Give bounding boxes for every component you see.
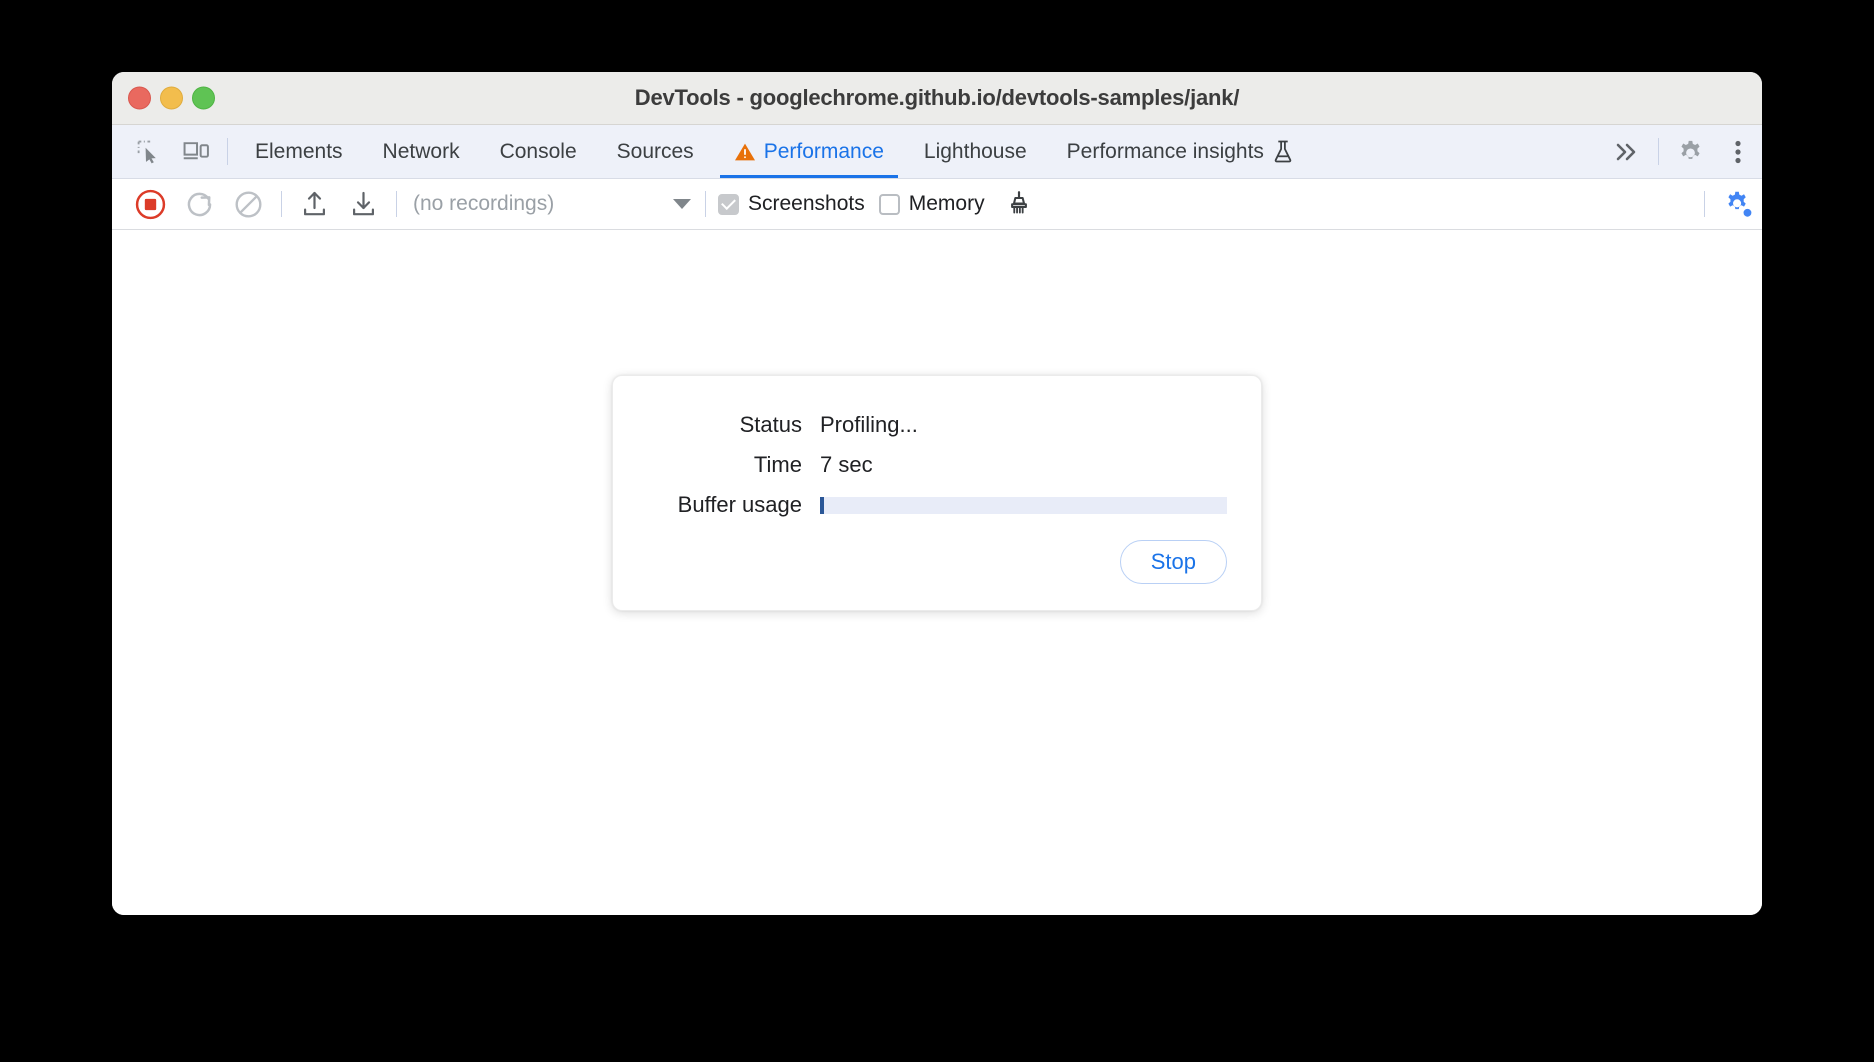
tab-lighthouse[interactable]: Lighthouse <box>904 125 1047 178</box>
more-options-icon[interactable] <box>1714 125 1762 178</box>
window-title: DevTools - googlechrome.github.io/devtoo… <box>634 85 1240 110</box>
tab-label: Sources <box>616 139 694 163</box>
settings-gear-icon[interactable] <box>1666 125 1714 178</box>
tab-performance-insights[interactable]: Performance insights <box>1047 125 1314 178</box>
dialog-actions: Stop <box>647 540 1227 585</box>
save-profile-button[interactable] <box>339 183 388 225</box>
screenshot-root: DevTools - googlechrome.github.io/devtoo… <box>0 0 1874 1062</box>
tab-sources[interactable]: Sources <box>597 125 714 178</box>
memory-checkbox[interactable]: Memory <box>878 192 985 216</box>
toolbar-divider-2 <box>396 191 397 217</box>
tabbar-divider <box>227 138 228 165</box>
recording-status-dialog: Status Profiling... Time 7 sec Buffer us… <box>612 375 1262 612</box>
toolbar-divider-1 <box>281 191 282 217</box>
screenshots-checkbox[interactable]: Screenshots <box>718 192 865 216</box>
devtools-window: DevTools - googlechrome.github.io/devtoo… <box>112 72 1762 915</box>
tab-elements[interactable]: Elements <box>235 125 363 178</box>
recordings-dropdown-value: (no recordings) <box>413 192 555 215</box>
capture-settings-gear-icon[interactable] <box>1713 183 1762 225</box>
buffer-usage-progressbar <box>820 496 1227 514</box>
load-profile-button[interactable] <box>290 183 339 225</box>
minimize-button[interactable] <box>160 86 183 110</box>
performance-toolbar: (no recordings) Screenshots Memory <box>112 179 1762 230</box>
checkbox-box <box>718 193 739 215</box>
toolbar-right-actions <box>1696 183 1762 225</box>
tab-console[interactable]: Console <box>480 125 597 178</box>
status-label: Status <box>739 412 802 437</box>
checkbox-box <box>878 193 900 215</box>
tab-performance[interactable]: Performance <box>714 125 904 178</box>
buffer-usage-row: Buffer usage <box>647 492 1227 518</box>
buffer-usage-fill <box>820 496 825 514</box>
tabbar-right-divider <box>1658 138 1659 165</box>
inspect-element-icon[interactable] <box>124 125 172 178</box>
stop-recording-button[interactable] <box>126 183 175 225</box>
time-label: Time <box>753 452 802 477</box>
buffer-usage-label: Buffer usage <box>677 492 802 517</box>
devtools-tabbar: Elements Network Console Sources Perform… <box>112 125 1762 179</box>
time-row: Time 7 sec <box>647 452 1227 478</box>
tab-label: Elements <box>255 139 343 163</box>
close-button[interactable] <box>128 86 151 110</box>
warning-triangle-icon <box>734 142 756 162</box>
device-toolbar-icon[interactable] <box>172 125 220 178</box>
experiment-flask-icon <box>1272 140 1294 163</box>
recordings-dropdown[interactable]: (no recordings) <box>405 188 697 220</box>
tab-label: Console <box>499 139 577 163</box>
screenshots-checkbox-label: Screenshots <box>748 192 865 215</box>
clear-recording-button[interactable] <box>224 183 273 225</box>
tabbar-right-actions <box>1603 125 1762 178</box>
collect-garbage-icon[interactable] <box>995 183 1044 225</box>
status-value: Profiling... <box>820 412 918 437</box>
tab-label: Lighthouse <box>923 139 1027 163</box>
more-tabs-icon[interactable] <box>1603 125 1651 178</box>
toolbar-divider-3 <box>705 191 706 217</box>
tab-label: Performance <box>763 139 884 163</box>
tab-network[interactable]: Network <box>363 125 480 178</box>
chevron-down-icon <box>673 199 691 209</box>
reload-and-record-button[interactable] <box>175 183 224 225</box>
tab-label: Network <box>382 139 460 163</box>
stop-button[interactable]: Stop <box>1119 540 1227 585</box>
status-row: Status Profiling... <box>647 412 1227 438</box>
toolbar-divider-4 <box>1704 191 1705 217</box>
memory-checkbox-label: Memory <box>908 192 985 215</box>
tab-label: Performance insights <box>1066 139 1264 163</box>
window-traffic-lights <box>128 86 215 110</box>
time-value: 7 sec <box>820 452 873 477</box>
maximize-button[interactable] <box>192 86 215 110</box>
window-titlebar: DevTools - googlechrome.github.io/devtoo… <box>112 72 1762 125</box>
check-icon <box>721 195 736 211</box>
performance-panel: Status Profiling... Time 7 sec Buffer us… <box>112 230 1762 915</box>
